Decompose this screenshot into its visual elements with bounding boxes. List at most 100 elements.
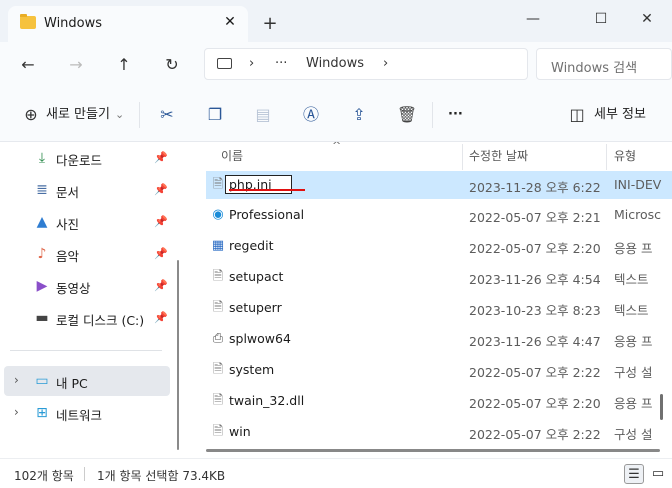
file-row[interactable]: ⎙ splwow64 2023-11-26 오후 4:47 응용 프 [206,325,672,353]
ini-file-icon: 🗎 [212,177,224,192]
divider [139,102,140,128]
minimize-button[interactable]: — [510,6,556,32]
maximize-button[interactable]: ☐ [578,6,624,32]
title-bar: Windows ✕ + — ☐ ✕ [0,0,672,42]
search-input[interactable]: Windows 검색 [536,48,672,80]
search-placeholder: Windows 검색 [551,61,638,76]
up-button[interactable]: ↑ [110,52,138,78]
sidebar-item-videos[interactable]: ▶ 동영상 📌 [0,271,172,301]
address-field[interactable]: › ··· Windows › [204,48,528,80]
details-pane-icon: ◫ [569,105,585,124]
forward-button[interactable]: → [62,52,90,78]
new-button-label: 새로 만들기 [46,107,110,122]
chevron-right-icon[interactable]: › [14,405,19,419]
sidebar-item-this-pc[interactable]: › ▭ 내 PC [4,366,170,396]
details-view-icon[interactable]: ☰ [624,464,644,484]
rename-input[interactable]: php.ini [225,175,292,194]
tiles-view-icon[interactable]: ▭ [648,464,668,484]
pin-icon: 📌 [154,215,168,228]
file-row[interactable]: 🗎 twain_32.dll 2022-05-07 오후 2:20 응용 프 [206,387,672,415]
sidebar-item-documents[interactable]: ≣ 문서 📌 [0,175,172,205]
add-icon: ⊕ [24,105,38,124]
document-icon: ≣ [36,182,48,198]
sidebar-item-label: 내 PC [56,376,88,391]
column-header-name[interactable]: 이름 [221,147,243,164]
file-type: 응용 프 [614,396,653,411]
sidebar-item-label: 로컬 디스크 (C:) [56,313,145,328]
file-name: system [229,362,275,377]
divider [432,102,433,128]
sidebar-item-label: 동영상 [56,281,91,296]
pin-icon: 📌 [154,247,168,260]
sidebar-item-label: 음악 [56,249,80,264]
file-date: 2022-05-07 오후 2:22 [469,427,601,442]
sidebar-item-music[interactable]: ♪ 음악 📌 [0,239,172,269]
sidebar-item-label: 문서 [56,185,80,200]
breadcrumb-chevron[interactable]: › [249,56,254,71]
file-row[interactable]: 🗎 setuperr 2023-10-23 오후 8:23 텍스트 [206,294,672,322]
file-date: 2023-11-28 오후 6:22 [469,180,601,195]
sidebar-item-local-disk[interactable]: ▬ 로컬 디스크 (C:) 📌 [0,303,172,333]
sidebar-item-pictures[interactable]: ▲ 사진 📌 [0,207,172,237]
column-divider[interactable] [462,144,463,170]
network-icon: ⊞ [36,405,48,421]
file-date: 2022-05-07 오후 2:22 [469,365,601,380]
drive-icon: ▬ [35,310,49,326]
tab-title: Windows [44,16,103,31]
computer-icon: ▭ [35,373,49,389]
file-type: 응용 프 [614,334,653,349]
delete-icon[interactable]: 🗑 [396,104,418,126]
tab-close-button[interactable]: ✕ [220,12,240,32]
chevron-right-icon[interactable]: › [14,373,19,387]
back-button[interactable]: ← [14,52,42,78]
refresh-button[interactable]: ↻ [158,52,186,78]
paste-icon[interactable]: ▤ [252,104,274,126]
file-name: setupact [229,269,284,284]
item-count: 102개 항목 [14,469,74,483]
sidebar-item-network[interactable]: › ⊞ 네트워크 [4,398,170,428]
file-date: 2022-05-07 오후 2:20 [469,241,601,256]
copy-icon[interactable]: ❐ [204,104,226,126]
file-row[interactable]: ◉ Professional 2022-05-07 오후 2:21 Micros… [206,201,672,229]
new-tab-button[interactable]: + [258,12,282,36]
breadcrumb-windows[interactable]: Windows [306,56,364,71]
file-name: setuperr [229,300,282,315]
pin-icon: 📌 [154,279,168,292]
rename-icon[interactable]: Ⓐ [300,104,322,126]
details-label: 세부 정보 [594,107,646,122]
status-bar: 102개 항목 1개 항목 선택함 73.4KB ☰ ▭ [0,458,672,488]
column-header-date[interactable]: 수정한 날짜 [469,147,528,164]
file-date: 2023-10-23 오후 8:23 [469,303,601,318]
file-date: 2022-05-07 오후 2:20 [469,396,601,411]
config-file-icon: 🗎 [212,424,224,439]
file-row[interactable]: 🗎 win 2022-05-07 오후 2:22 구성 설 [206,418,672,446]
divider [10,350,162,351]
tab-windows[interactable]: Windows ✕ [8,6,248,42]
more-options-button[interactable]: ··· [448,103,463,127]
column-header-type[interactable]: 유형 [614,147,636,164]
selection-info: 1개 항목 선택함 73.4KB [97,469,226,483]
printer-icon: ⎙ [212,331,224,346]
command-bar: ⊕ 새로 만들기 ⌄ ✂ ❐ ▤ Ⓐ ⇪ 🗑 ··· ◫ 세부 정보 [0,88,672,142]
file-type: 구성 설 [614,427,653,442]
column-divider[interactable] [606,144,607,170]
breadcrumb-chevron-end[interactable]: › [383,56,388,71]
close-button[interactable]: ✕ [624,6,670,32]
file-row-php-ini[interactable]: 🗎 php.ini 2023-11-28 오후 6:22 INI-DEV [206,171,672,199]
text-file-icon: 🗎 [212,300,224,315]
sidebar-scrollbar[interactable] [177,260,179,450]
file-row[interactable]: 🗎 system 2022-05-07 오후 2:22 구성 설 [206,356,672,384]
sidebar-item-label: 네트워크 [56,408,103,423]
file-list-vertical-scrollbar[interactable] [660,394,663,420]
breadcrumb-ellipsis[interactable]: ··· [275,56,287,71]
edge-icon: ◉ [212,207,224,222]
file-row[interactable]: 🗎 setupact 2023-11-26 오후 4:54 텍스트 [206,263,672,291]
file-row[interactable]: ▦ regedit 2022-05-07 오후 2:20 응용 프 [206,232,672,260]
text-file-icon: 🗎 [212,269,224,284]
share-icon[interactable]: ⇪ [348,104,370,126]
sidebar-item-downloads[interactable]: ⤓ 다운로드 📌 [0,143,172,173]
file-list-horizontal-scrollbar[interactable] [206,449,660,452]
pin-icon: 📌 [154,311,168,324]
red-underline-annotation [229,189,305,191]
cut-icon[interactable]: ✂ [156,104,178,126]
